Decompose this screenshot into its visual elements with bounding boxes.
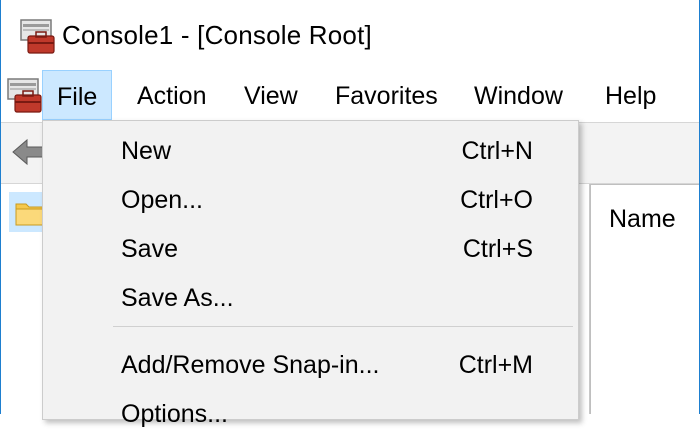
menu-item-label: Save (121, 235, 178, 263)
menu-help[interactable]: Help (591, 70, 670, 120)
mmc-toolbox-icon (20, 19, 55, 54)
menu-item-label: Open... (121, 186, 203, 214)
menu-window[interactable]: Window (460, 70, 577, 120)
column-header-name[interactable]: Name (609, 205, 676, 234)
menu-file[interactable]: File (42, 70, 113, 120)
system-menu-icon[interactable] (7, 78, 43, 114)
menu-item-shortcut: Ctrl+S (462, 235, 533, 263)
file-menu-item-save-as[interactable]: Save As... (43, 276, 578, 325)
menu-action[interactable]: Action (123, 70, 220, 120)
back-arrow-icon[interactable] (11, 137, 45, 167)
menu-bar: File Action View Favorites Window Help (1, 70, 699, 122)
menu-item-shortcut: Ctrl+O (460, 186, 533, 214)
menu-item-label: Options... (121, 400, 228, 428)
file-menu-item-save[interactable]: Save Ctrl+S (43, 227, 578, 276)
menu-separator (113, 326, 573, 327)
file-menu-dropdown: New Ctrl+N Open... Ctrl+O Save Ctrl+S Sa… (42, 120, 579, 428)
file-menu-item-add-remove-snap-in[interactable]: Add/Remove Snap-in... Ctrl+M (43, 343, 578, 392)
window-title: Console1 - [Console Root] (62, 20, 372, 50)
menu-item-shortcut: Ctrl+M (458, 351, 533, 379)
file-menu-item-new[interactable]: New Ctrl+N (43, 129, 578, 178)
title-bar: Console1 - [Console Root] (1, 0, 699, 70)
menu-item-shortcut: Ctrl+N (461, 137, 533, 165)
menu-item-label: Add/Remove Snap-in... (121, 351, 380, 379)
menu-item-label: Save As... (121, 284, 234, 312)
file-menu-item-open[interactable]: Open... Ctrl+O (43, 178, 578, 227)
menu-item-label: New (121, 137, 172, 165)
menu-view[interactable]: View (230, 70, 312, 120)
result-pane: Name (590, 184, 699, 414)
file-menu-item-options[interactable]: Options... (43, 392, 578, 441)
menu-favorites[interactable]: Favorites (321, 70, 452, 120)
